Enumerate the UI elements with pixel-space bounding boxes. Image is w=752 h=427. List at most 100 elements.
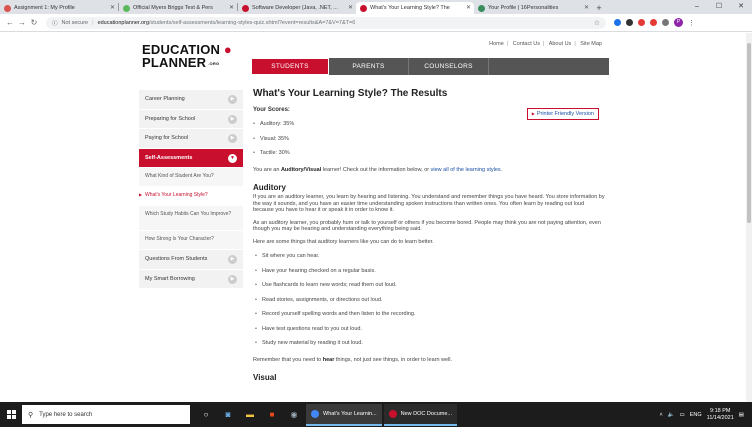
sidebar-item-career-planning[interactable]: Career Planning ▶ (139, 90, 243, 110)
chevron-up-icon[interactable]: ˄ (659, 412, 662, 418)
new-tab-button[interactable]: + (592, 2, 606, 14)
info-icon[interactable]: ⓘ (52, 19, 58, 27)
triangle-right-icon: ▶ (531, 111, 535, 116)
sidebar-subitem[interactable]: Which Study Habits Can You Improve? (139, 206, 243, 231)
profile-avatar[interactable]: P (674, 18, 683, 27)
sidebar-item-preparing[interactable]: Preparing for School ▶ (139, 109, 243, 129)
extension-icon[interactable] (638, 19, 645, 26)
section-heading-auditory: Auditory (253, 183, 286, 192)
taskbar-app-label: What's Your Learnin... (323, 410, 377, 417)
sidebar-item-paying[interactable]: Paying for School ▶ (139, 129, 243, 149)
browser-tab[interactable]: Official Myers Briggs Test & Pers ✕ (119, 2, 237, 14)
clock[interactable]: 9:18 PM 11/14/2021 (707, 408, 734, 422)
main-nav: STUDENTS PARENTS COUNSELORS (251, 58, 609, 75)
contact-link[interactable]: Contact Us (513, 41, 540, 47)
list-item: Sit where you can hear. (253, 249, 605, 264)
tab-favicon-icon (360, 4, 367, 12)
chevron-right-icon: ▶ (228, 274, 237, 284)
browser-tab[interactable]: Software Developer (Java, .NET, ... ✕ (238, 2, 356, 14)
browser-tab[interactable]: Assignment 1: My Profile ✕ (0, 2, 118, 14)
tab-title: Your Profile | 16Personalities (488, 5, 559, 11)
menu-dots-icon[interactable]: ⋮ (688, 19, 695, 27)
tab-counselors[interactable]: COUNSELORS (409, 58, 489, 75)
close-icon[interactable]: ✕ (466, 4, 471, 11)
about-link[interactable]: About Us (549, 41, 572, 47)
list-item: Record yourself spelling words and then … (253, 307, 605, 322)
close-icon[interactable]: ✕ (110, 4, 115, 11)
tab-students[interactable]: STUDENTS (251, 58, 329, 75)
list-item: Have your hearing checked on a regular b… (253, 264, 605, 279)
extension-icon[interactable] (626, 19, 633, 26)
scrollbar-thumb[interactable] (747, 43, 751, 223)
sidebar-item-label: Career Planning (145, 96, 185, 103)
sidebar-item-questions[interactable]: Questions From Students ▶ (139, 250, 243, 270)
taskbar-search[interactable]: ⚲ Type here to search (22, 405, 190, 424)
taskbar-app-doc[interactable]: New DOC Docume... (383, 403, 457, 426)
divider: | (574, 41, 576, 47)
steam-icon[interactable]: ◉ (284, 405, 304, 425)
sidebar-subitem[interactable]: What Kind of Student Are You? (139, 168, 243, 187)
page-title: What's Your Learning Style? The Results (253, 88, 448, 99)
sidebar-item-label: Paying for School (145, 135, 189, 142)
window-controls: – ☐ ✕ (686, 0, 752, 14)
reload-icon[interactable]: ↻ (28, 18, 40, 27)
tab-parents[interactable]: PARENTS (329, 58, 409, 75)
section-heading-visual: Visual (253, 373, 277, 382)
extension-icon[interactable] (650, 19, 657, 26)
chevron-right-icon: ▶ (228, 134, 237, 143)
extension-icon[interactable] (614, 19, 621, 26)
office-icon[interactable]: ■ (262, 405, 282, 425)
minimize-icon[interactable]: – (686, 0, 708, 14)
language-indicator[interactable]: ENG (690, 412, 702, 418)
sidebar-subitem[interactable]: How Strong Is Your Character? (139, 231, 243, 250)
browser-tab[interactable]: Your Profile | 16Personalities ✕ (474, 2, 592, 14)
bookmark-star-icon[interactable]: ☆ (594, 19, 600, 27)
start-button[interactable] (0, 402, 22, 427)
tab-favicon-icon (4, 4, 11, 12)
taskbar-app-chrome[interactable]: What's Your Learnin... (306, 403, 382, 426)
utility-links: Home | Contact Us | About Us | Site Map (489, 41, 602, 47)
sidebar-item-smart-borrowing[interactable]: My Smart Borrowing ▶ (139, 269, 243, 289)
learning-styles-link[interactable]: view all of the learning styles (431, 167, 501, 173)
sitemap-link[interactable]: Site Map (580, 41, 602, 47)
file-explorer-icon[interactable]: ▬ (240, 405, 260, 425)
close-icon[interactable]: ✕ (229, 4, 234, 11)
home-link[interactable]: Home (489, 41, 504, 47)
close-window-icon[interactable]: ✕ (730, 0, 752, 14)
url-host: educationplanner.org (97, 19, 149, 26)
site-logo[interactable]: EDUCATION ● PLANNER .ORG (142, 43, 237, 69)
tab-favicon-icon (242, 4, 249, 12)
tab-title: Assignment 1: My Profile (14, 5, 75, 11)
browser-tab-strip: Assignment 1: My Profile ✕ Official Myer… (0, 0, 752, 14)
close-icon[interactable]: ✕ (584, 4, 589, 11)
sidebar-item-label: Self-Assessments (145, 154, 193, 161)
forward-arrow-icon[interactable]: → (16, 18, 28, 27)
clock-date: 11/14/2021 (706, 414, 734, 421)
remember-paragraph: Remember that you need to hear things, n… (253, 356, 453, 363)
auditory-paragraph: If you are an auditory learner, you lear… (253, 194, 605, 213)
browser-tab-active[interactable]: What's Your Learning Style? The ✕ (356, 2, 474, 14)
network-icon[interactable]: ▭ (680, 412, 685, 418)
maximize-icon[interactable]: ☐ (708, 0, 730, 14)
close-icon[interactable]: ✕ (348, 4, 353, 11)
page-scrollbar[interactable] (746, 33, 752, 402)
divider: | (543, 41, 545, 47)
search-placeholder: Type here to search (39, 411, 93, 418)
task-view-icon[interactable]: ○ (196, 405, 216, 425)
page-viewport: EDUCATION ● PLANNER .ORG Home | Contact Us… (0, 33, 752, 402)
camera-app-icon[interactable]: ◙ (218, 405, 238, 425)
scores-list: Auditory: 35% Visual: 35% Tactile: 30% (253, 117, 605, 161)
logo-line-2: PLANNER .ORG (142, 55, 220, 70)
auditory-paragraph: Here are some things that auditory learn… (253, 238, 434, 245)
sidebar-subitem-current[interactable]: What's Your Learning Style? (139, 187, 243, 206)
tips-list: Sit where you can hear. Have your hearin… (253, 249, 605, 351)
taskbar-pinned: ○ ◙ ▬ ■ ◉ (196, 405, 304, 425)
back-arrow-icon[interactable]: ← (4, 18, 16, 27)
sidebar-item-self-assessments[interactable]: Self-Assessments ▼ (139, 148, 243, 168)
address-bar[interactable]: ⓘ Not secure | educationplanner.org /stu… (46, 16, 606, 29)
speaker-icon[interactable]: 🔈 (668, 412, 675, 418)
notification-icon[interactable]: ▤ (739, 412, 744, 418)
tab-favicon-icon (478, 4, 485, 12)
puzzle-icon[interactable] (662, 19, 669, 26)
chevron-right-icon: ▶ (228, 95, 237, 104)
